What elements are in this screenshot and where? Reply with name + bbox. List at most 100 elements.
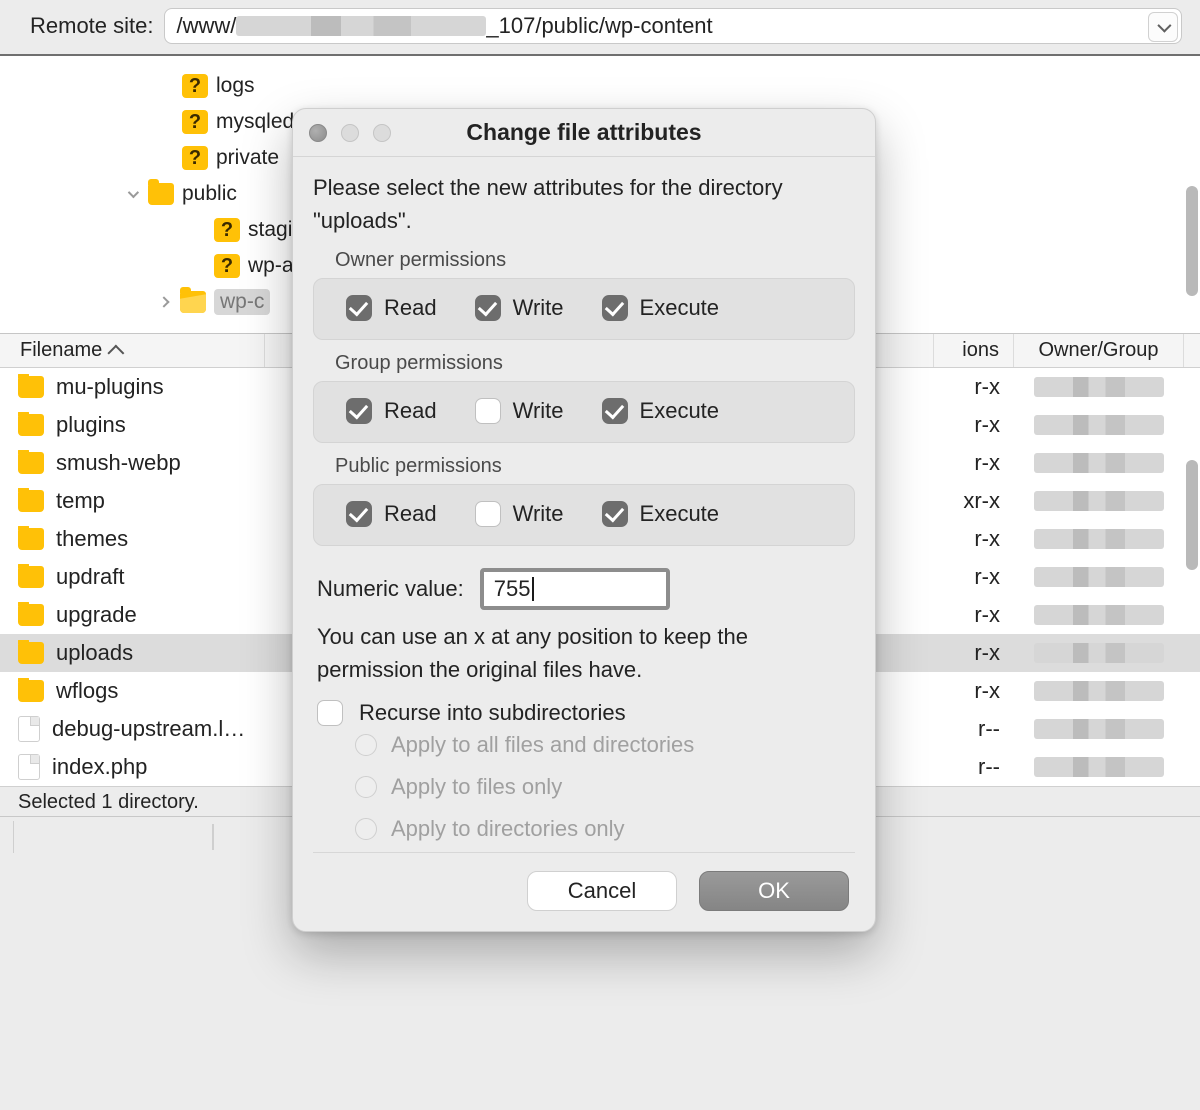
write-label: Write [513,501,564,527]
permissions-cell: r-x [934,450,1014,476]
redacted-segment [236,16,486,36]
folder-icon [18,490,44,512]
write-checkbox[interactable] [475,501,501,527]
write-checkbox-row: Write [475,398,564,424]
execute-checkbox[interactable] [602,398,628,424]
folder-icon [18,604,44,626]
filename-label: smush-webp [56,450,181,476]
window-zoom-button[interactable] [373,124,391,142]
tree-item-label: wp-c [214,289,270,315]
read-checkbox[interactable] [346,295,372,321]
permissions-cell: r-- [934,754,1014,780]
tree-item-label: stagi [248,218,292,242]
recurse-radio-option: Apply to directories only [355,816,855,842]
owner-cell [1014,757,1184,777]
file-icon [18,754,40,780]
filename-label: mu-plugins [56,374,164,400]
owner-cell [1014,643,1184,663]
tree-item-label: private [216,146,279,170]
filename-label: debug-upstream.l… [52,716,245,742]
write-checkbox-row: Write [475,501,564,527]
header-filename[interactable]: Filename [0,334,265,367]
execute-label: Execute [640,398,720,424]
window-minimize-button[interactable] [341,124,359,142]
recurse-label: Recurse into subdirectories [359,700,626,726]
write-checkbox[interactable] [475,398,501,424]
owner-cell [1014,453,1184,473]
read-label: Read [384,501,437,527]
dialog-titlebar: Change file attributes [293,109,875,157]
recurse-radio-option: Apply to all files and directories [355,732,855,758]
write-label: Write [513,295,564,321]
chevron-down-icon [1157,19,1171,33]
chevron-down-icon [124,186,140,202]
file-icon [18,716,40,742]
tree-item-label: public [182,182,237,206]
owner-cell [1014,719,1184,739]
perm-group-label: Public permissions [335,455,855,478]
permissions-cell: r-- [934,716,1014,742]
execute-checkbox-row: Execute [602,501,720,527]
unknown-folder-icon: ? [182,146,208,170]
read-checkbox-row: Read [346,501,437,527]
write-label: Write [513,398,564,424]
execute-checkbox[interactable] [602,501,628,527]
execute-label: Execute [640,501,720,527]
filename-label: updraft [56,564,125,590]
recurse-checkbox[interactable] [317,700,343,726]
owner-cell [1014,681,1184,701]
remote-path-field[interactable]: /www/ _107/public/wp-content [164,8,1183,44]
filename-label: uploads [56,640,133,666]
write-checkbox[interactable] [475,295,501,321]
dialog-intro: Please select the new attributes for the… [313,171,855,237]
folder-icon [18,680,44,702]
folder-icon [18,376,44,398]
cancel-button[interactable]: Cancel [527,871,677,911]
numeric-hint: You can use an x at any position to keep… [317,620,855,686]
unknown-folder-icon: ? [182,110,208,134]
execute-checkbox[interactable] [602,295,628,321]
perm-group-label: Group permissions [335,352,855,375]
permissions-cell: xr-x [934,488,1014,514]
radio-icon [355,818,377,840]
tree-item-label: mysqled [216,110,294,134]
owner-cell [1014,529,1184,549]
remote-site-bar: Remote site: /www/ _107/public/wp-conten… [0,0,1200,56]
numeric-value-input[interactable]: 755 [480,568,670,610]
change-attributes-dialog: Change file attributes Please select the… [292,108,876,932]
perm-group-box: Read Write Execute [313,484,855,546]
permissions-cell: r-x [934,526,1014,552]
folder-icon [18,452,44,474]
permissions-cell: r-x [934,374,1014,400]
chevron-right-icon [156,294,172,310]
sort-asc-icon [108,344,125,361]
owner-cell [1014,415,1184,435]
write-checkbox-row: Write [475,295,564,321]
read-checkbox[interactable] [346,398,372,424]
permissions-cell: r-x [934,412,1014,438]
tree-item-logs[interactable]: ?logs [0,68,1200,104]
remote-path-prefix: /www/ [177,13,237,39]
filename-label: plugins [56,412,126,438]
unknown-folder-icon: ? [214,218,240,242]
radio-icon [355,734,377,756]
folder-icon [148,183,174,205]
ok-button[interactable]: OK [699,871,849,911]
folder-icon [18,414,44,436]
owner-cell [1014,491,1184,511]
tree-item-label: logs [216,74,255,98]
execute-label: Execute [640,295,720,321]
header-permissions[interactable]: ions [934,334,1014,367]
read-checkbox[interactable] [346,501,372,527]
window-close-button[interactable] [309,124,327,142]
permissions-cell: r-x [934,602,1014,628]
owner-cell [1014,567,1184,587]
header-owner[interactable]: Owner/Group [1014,334,1184,367]
filename-label: themes [56,526,128,552]
path-dropdown-button[interactable] [1148,12,1178,42]
permissions-cell: r-x [934,678,1014,704]
filename-label: upgrade [56,602,137,628]
perm-group-box: ReadWriteExecute [313,381,855,443]
remote-path-suffix: _107/public/wp-content [486,13,712,39]
filename-label: index.php [52,754,147,780]
